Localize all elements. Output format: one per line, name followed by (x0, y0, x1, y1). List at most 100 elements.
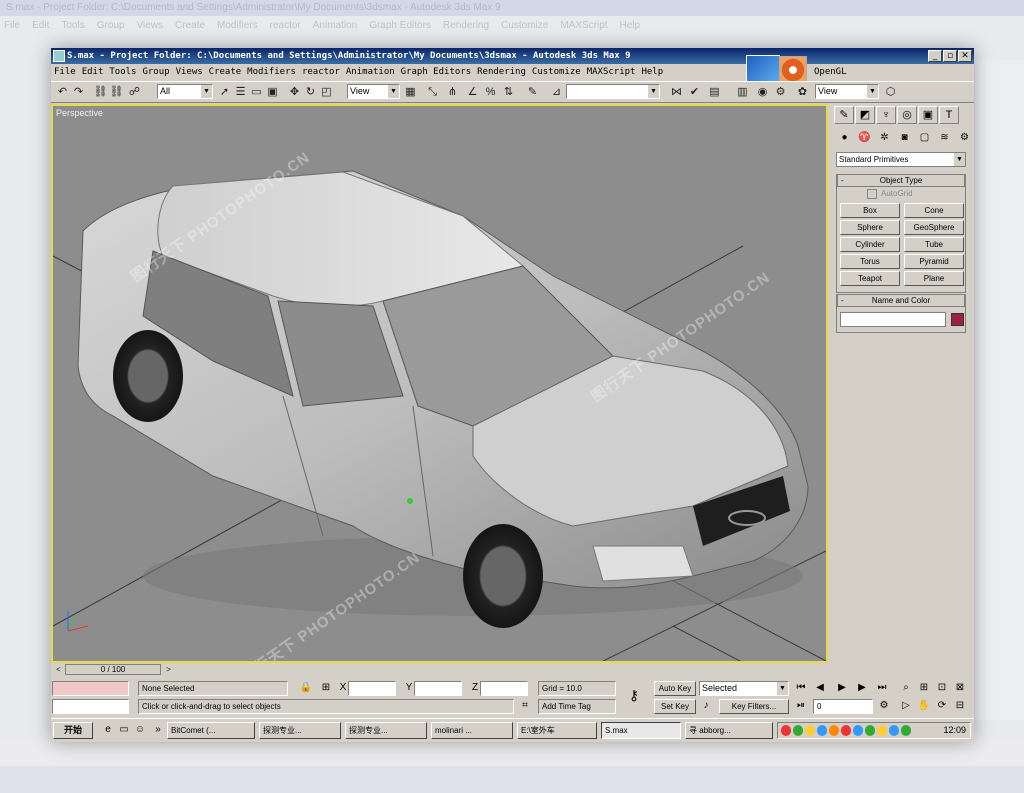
task-folder[interactable]: E:\室外车 (517, 722, 597, 739)
key-mode-toggle-icon[interactable]: ⏯ (794, 699, 808, 713)
hierarchy-tab-icon[interactable]: ♆ (876, 106, 896, 124)
lights-icon[interactable]: ✲ (876, 130, 893, 146)
task-molinari[interactable]: molinari ... (431, 722, 513, 739)
time-config-icon[interactable]: ⚙ (877, 699, 891, 713)
pyramid-button[interactable]: Pyramid (904, 254, 964, 269)
render-scene-icon[interactable]: ✿ (795, 85, 810, 99)
qq-icon[interactable]: ☺ (133, 723, 147, 737)
schematic-view-icon[interactable]: ⚙ (773, 85, 788, 99)
more-icon[interactable]: » (151, 723, 165, 737)
spacewarps-icon[interactable]: ≋ (936, 130, 953, 146)
curve-editor-icon[interactable]: ▥ (735, 85, 750, 99)
previous-frame-icon[interactable]: ◀ (813, 681, 827, 695)
edit-named-icon[interactable]: ⊿ (549, 85, 564, 99)
menu-group[interactable]: Group (139, 64, 172, 81)
mirror-icon[interactable]: ⋈ (669, 85, 684, 99)
menu-maxscript[interactable]: MAXScript (584, 64, 639, 81)
task-browser-2[interactable]: 探测专业... (345, 722, 427, 739)
zoom-all-icon[interactable]: ⊞ (917, 681, 931, 695)
tray-icon[interactable] (805, 725, 815, 736)
cameras-icon[interactable]: ◙ (896, 130, 913, 146)
lock-icon[interactable]: 🔒 (299, 681, 313, 695)
maximize-viewport-icon[interactable]: ⊟ (953, 699, 967, 713)
minimize-button[interactable]: _ (928, 50, 942, 62)
render-view-dropdown[interactable]: View ▼ (815, 84, 879, 99)
tray-icon[interactable] (889, 725, 899, 736)
app-icon[interactable] (53, 50, 65, 62)
shapes-icon[interactable]: ♈ (856, 130, 873, 146)
play-icon[interactable]: ▶ (835, 681, 849, 695)
quick-render-icon[interactable]: ⬡ (883, 85, 898, 99)
start-button[interactable]: 开始 (53, 722, 93, 739)
key-mode-dropdown[interactable]: Selected ▼ (699, 681, 789, 696)
z-coord-input[interactable] (480, 681, 528, 696)
cylinder-button[interactable]: Cylinder (840, 237, 900, 252)
autogrid-checkbox[interactable]: AutoGrid (837, 187, 965, 201)
menu-tools[interactable]: Tools (106, 64, 139, 81)
menu-edit[interactable]: Edit (79, 64, 107, 81)
select-by-name-icon[interactable]: ☰ (233, 85, 248, 99)
select-manipulate-icon[interactable]: ⤡ (425, 85, 440, 99)
display-tab-icon[interactable]: ▣ (918, 106, 938, 124)
time-tag-icon[interactable]: ⌗ (519, 699, 531, 713)
tray-icon[interactable] (865, 725, 875, 736)
tube-button[interactable]: Tube (904, 237, 964, 252)
task-3dsmax[interactable]: S.max (601, 722, 681, 739)
current-frame-input[interactable]: 0 (813, 699, 873, 714)
named-selection-sets-dropdown[interactable]: ▼ (566, 84, 660, 99)
task-search[interactable]: 寻 abborg... (685, 722, 773, 739)
percent-snap-icon[interactable]: % (483, 85, 498, 99)
menu-create[interactable]: Create (206, 64, 245, 81)
material-editor-icon[interactable]: ◉ (755, 85, 770, 99)
tray-icon[interactable] (793, 725, 803, 736)
tray-icon[interactable] (877, 725, 887, 736)
desktop-icon[interactable]: ▭ (117, 723, 131, 737)
snap-toggle-icon[interactable]: ⋔ (445, 85, 460, 99)
title-bar[interactable]: S.max - Project Folder: C:\Documents and… (51, 48, 974, 64)
ie-icon[interactable]: e (101, 723, 115, 737)
field-of-view-icon[interactable]: ▷ (899, 699, 913, 713)
selection-filter-dropdown[interactable]: All ▼ (157, 84, 213, 99)
sphere-button[interactable]: Sphere (840, 220, 900, 235)
scale-icon[interactable]: ◰ (319, 85, 334, 99)
next-key-icon[interactable]: ▶ (855, 681, 869, 695)
rotate-icon[interactable]: ↻ (303, 85, 318, 99)
set-key-button[interactable]: Set Key (654, 699, 696, 714)
tray-icon[interactable] (781, 725, 791, 736)
orbit-icon[interactable]: ⟳ (935, 699, 949, 713)
link-icon[interactable]: ⛓ (93, 85, 108, 99)
redo-icon[interactable]: ↷ (71, 85, 86, 99)
restore-button[interactable]: ▫ (943, 50, 957, 62)
menu-animation[interactable]: Animation (343, 64, 398, 81)
key-icon[interactable]: ⚷ (623, 688, 645, 702)
menu-views[interactable]: Views (173, 64, 206, 81)
task-browser-1[interactable]: 探测专业... (259, 722, 341, 739)
unlink-icon[interactable]: ⛓ (109, 85, 124, 99)
menu-rendering[interactable]: Rendering (474, 64, 529, 81)
rectangular-selection-icon[interactable]: ▭ (249, 85, 264, 99)
tray-icon[interactable] (853, 725, 863, 736)
torus-button[interactable]: Torus (840, 254, 900, 269)
pan-icon[interactable]: ✋ (917, 699, 931, 713)
reference-coord-dropdown[interactable]: View ▼ (347, 84, 400, 99)
menu-file[interactable]: File (51, 64, 79, 81)
geosphere-button[interactable]: GeoSphere (904, 220, 964, 235)
maxscript-output[interactable] (52, 699, 129, 714)
add-time-tag[interactable]: Add Time Tag (538, 699, 616, 714)
spinner-snap-icon[interactable]: ⇅ (501, 85, 516, 99)
key-mode-icon[interactable]: ♪ (699, 699, 713, 713)
auto-key-button[interactable]: Auto Key (654, 681, 696, 696)
zoom-icon[interactable]: ⌕ (899, 681, 913, 695)
x-coord-input[interactable] (348, 681, 396, 696)
geometry-icon[interactable]: ● (836, 130, 853, 146)
maxscript-listener[interactable] (52, 681, 129, 696)
modify-tab-icon[interactable]: ◩ (855, 106, 875, 124)
teapot-button[interactable]: Teapot (840, 271, 900, 286)
bind-spacewarp-icon[interactable]: ☍ (127, 85, 142, 99)
create-tab-icon[interactable]: ✎ (834, 106, 854, 124)
layer-manager-icon[interactable]: ▤ (707, 85, 722, 99)
object-name-input[interactable] (840, 312, 946, 327)
go-to-start-icon[interactable]: ⏮ (794, 681, 808, 695)
plane-button[interactable]: Plane (904, 271, 964, 286)
category-dropdown[interactable]: Standard Primitives ▼ (836, 152, 966, 167)
